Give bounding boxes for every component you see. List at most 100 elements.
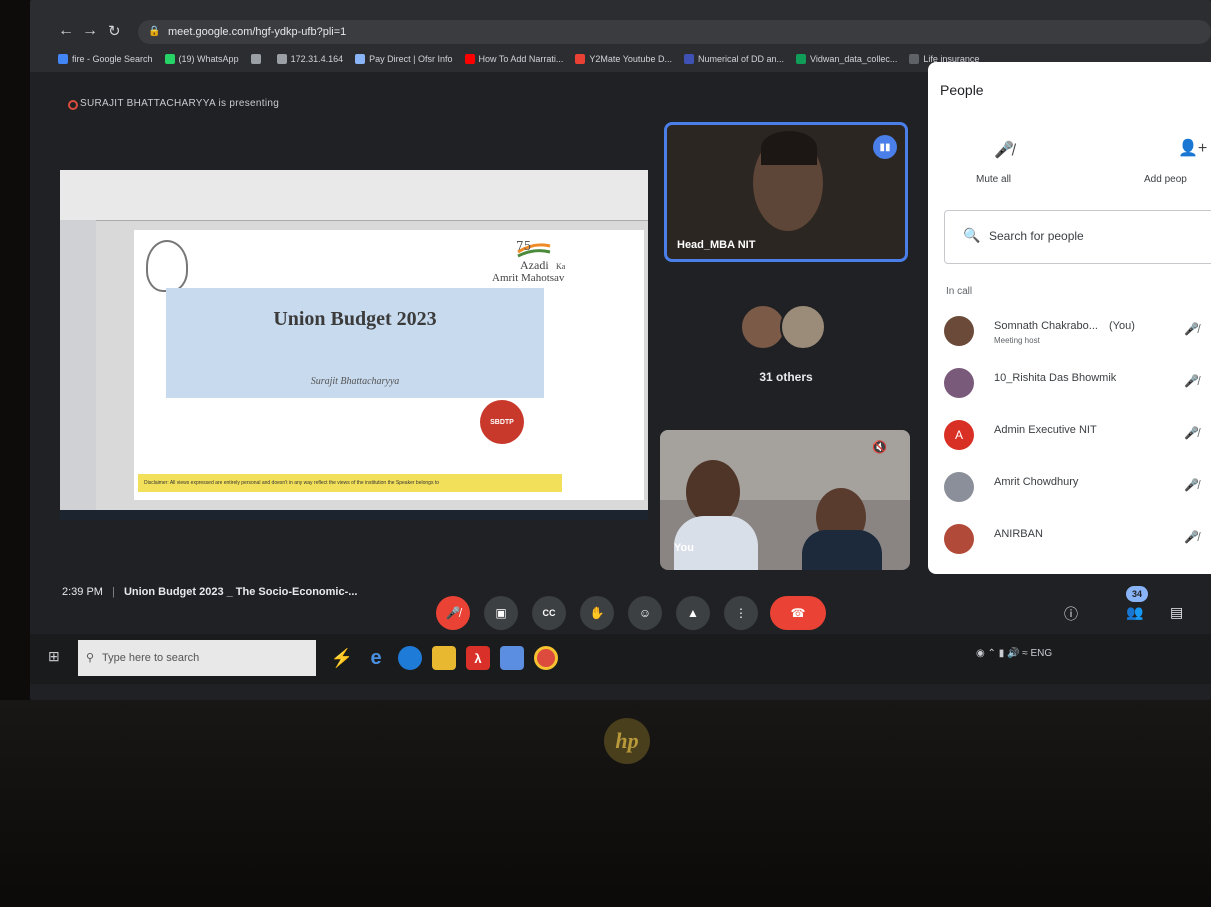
participant-row[interactable]: ANIRBAN 🎤̸	[944, 518, 1211, 564]
participant-name: Amrit Chowdhury	[994, 476, 1079, 488]
present-icon: ▲	[687, 606, 699, 620]
network-icon[interactable]: ◉	[976, 648, 985, 659]
bookmark-item[interactable]: (19) WhatsApp	[164, 54, 239, 64]
search-placeholder: Search for people	[989, 229, 1084, 243]
bookmark-item[interactable]: Numerical of DD an...	[683, 54, 784, 64]
logo-text-amrit: Amrit Mahotsav	[492, 272, 565, 284]
logo-text-ka: Ka	[556, 262, 566, 271]
lock-icon[interactable]: 🔒	[148, 26, 160, 37]
presenting-icon	[68, 100, 78, 110]
add-person-icon[interactable]: 👤+	[1178, 138, 1207, 158]
monitor-screen: ← → ↻ meet.google.com/hgf-ydkp-ufb?pli=1…	[30, 0, 1211, 700]
participant-name-wrap: 10_Rishita Das Bhowmik	[994, 372, 1124, 384]
volume-icon[interactable]: 🔊	[1007, 648, 1019, 659]
app-icon[interactable]	[500, 646, 524, 670]
mute-all-button[interactable]: Mute all	[976, 174, 1011, 185]
others-tile[interactable]: 31 others	[664, 290, 908, 400]
more-options-button[interactable]: ⋮	[724, 596, 758, 630]
info-icon[interactable]: ⓘ	[1064, 604, 1078, 624]
people-icon[interactable]: 👥	[1126, 604, 1143, 621]
mic-toggle-button[interactable]: 🎤̸	[436, 596, 470, 630]
people-panel: People 🎤̸ Mute all 👤+ Add peop 🔍 Search …	[928, 62, 1211, 574]
bookmark-item[interactable]: How To Add Narrati...	[464, 54, 563, 64]
avatar	[944, 472, 974, 502]
muted-mic-icon[interactable]: 🎤̸	[1184, 426, 1199, 440]
meeting-title: Union Budget 2023 _ The Socio-Economic-.…	[123, 586, 358, 598]
google-icon	[58, 54, 68, 64]
participant-tile-you[interactable]: 🔇 You	[660, 430, 910, 570]
participant-name-wrap: Admin Executive NIT	[994, 424, 1105, 436]
participant-row[interactable]: 10_Rishita Das Bhowmik 🎤̸	[944, 362, 1211, 408]
file-explorer-icon[interactable]	[432, 646, 456, 670]
participant-name-wrap: Amrit Chowdhury	[994, 476, 1086, 488]
participant-row[interactable]: A Admin Executive NIT 🎤̸	[944, 414, 1211, 460]
bookmark-label: Vidwan_data_collec...	[809, 54, 898, 64]
bookmark-item[interactable]: Vidwan_data_collec...	[795, 54, 898, 64]
camera-icon: ▣	[495, 606, 507, 620]
search-icon	[355, 54, 366, 64]
hang-up-icon: ☎	[790, 606, 806, 620]
tricolor-flag-icon: 75	[516, 239, 551, 258]
reload-icon[interactable]: ↻	[108, 22, 121, 40]
bookmark-item[interactable]: 172.31.4.164	[276, 54, 343, 64]
logo-text-azadi: Azadi	[520, 258, 549, 272]
search-icon: 🔍	[963, 227, 981, 243]
taskbar-search-box[interactable]: ⚲ Type here to search	[78, 640, 316, 676]
add-people-button[interactable]: Add peop	[1144, 174, 1187, 185]
chrome-icon[interactable]	[534, 646, 558, 670]
bookmarks-bar: fire - Google Search (19) WhatsApp 172.31.…	[30, 48, 979, 70]
participant-row[interactable]: Somnath Chakrabo... (You) Meeting host 🎤̸	[944, 310, 1211, 356]
muted-mic-icon[interactable]: 🎤̸	[1184, 374, 1199, 388]
in-call-heading: In call	[946, 286, 973, 297]
globe-icon	[250, 54, 261, 64]
camera-toggle-button[interactable]: ▣	[484, 596, 518, 630]
muted-mic-icon[interactable]: 🎤̸	[1184, 530, 1199, 544]
lightning-app-icon[interactable]: ⚡	[330, 646, 354, 670]
mic-off-icon: 🎤̸	[445, 606, 461, 620]
participant-name-wrap: Somnath Chakrabo... (You)	[994, 320, 1135, 332]
muted-mic-icon[interactable]: 🎤̸	[1184, 322, 1199, 336]
acrobat-icon[interactable]: λ	[466, 646, 490, 670]
leave-call-button[interactable]: ☎	[770, 596, 826, 630]
participant-name: ANIRBAN	[994, 528, 1043, 540]
chat-icon[interactable]: ▤	[1170, 604, 1183, 621]
mute-all-icon[interactable]: 🎤̸	[994, 140, 1014, 160]
windows-start-icon[interactable]: ⊞	[48, 648, 60, 665]
raise-hand-button[interactable]: ✋	[580, 596, 614, 630]
bookmark-label: fire - Google Search	[72, 54, 153, 64]
reactions-button[interactable]: ☺	[628, 596, 662, 630]
meeting-time: 2:39 PM	[62, 586, 103, 598]
wifi-icon[interactable]: ≈	[1022, 648, 1028, 659]
present-button[interactable]: ▲	[676, 596, 710, 630]
internet-explorer-icon[interactable]: e	[364, 646, 388, 670]
others-count-label: 31 others	[759, 370, 813, 384]
system-tray[interactable]: ◉ ⌃ ▮ 🔊 ≈ ENG	[976, 648, 1052, 659]
avatar: A	[944, 420, 974, 450]
presentation-slide: 75 Azadi Ka Amrit Mahotsav Union Budget …	[134, 230, 644, 500]
back-icon[interactable]: ←	[58, 22, 74, 40]
participant-name: 10_Rishita Das Bhowmik	[994, 372, 1117, 384]
search-icon: ⚲	[86, 652, 95, 664]
bookmark-item[interactable]: Y2Mate Youtube D...	[575, 54, 672, 64]
language-indicator[interactable]: ENG	[1031, 648, 1053, 659]
sbdtp-seal: SBDTP	[480, 400, 524, 444]
address-bar[interactable]: meet.google.com/hgf-ydkp-ufb?pli=1	[138, 20, 1211, 44]
edge-icon[interactable]	[398, 646, 422, 670]
chevron-up-icon[interactable]: ⌃	[988, 648, 996, 659]
y2mate-icon	[575, 54, 586, 64]
bookmark-label: Pay Direct | Ofsr Info	[369, 54, 453, 64]
forward-icon[interactable]: →	[82, 22, 98, 40]
hp-logo: hp	[604, 718, 650, 764]
captions-button[interactable]: CC	[532, 596, 566, 630]
avatar	[944, 316, 974, 346]
participant-tile-head-mba[interactable]: ▮▮ Head_MBA NIT	[664, 122, 908, 262]
muted-mic-icon[interactable]: 🎤̸	[1184, 478, 1199, 492]
battery-icon[interactable]: ▮	[999, 648, 1005, 659]
participant-row[interactable]: Amrit Chowdhury 🎤̸	[944, 466, 1211, 512]
search-people-input[interactable]: 🔍 Search for people	[944, 210, 1211, 264]
bookmark-item[interactable]: Pay Direct | Ofsr Info	[355, 54, 453, 64]
tile-name-you: You	[674, 542, 694, 554]
bookmark-item[interactable]	[250, 54, 265, 64]
slide-author: Surajit Bhattacharyya	[310, 376, 400, 387]
bookmark-item[interactable]: fire - Google Search	[58, 54, 153, 64]
